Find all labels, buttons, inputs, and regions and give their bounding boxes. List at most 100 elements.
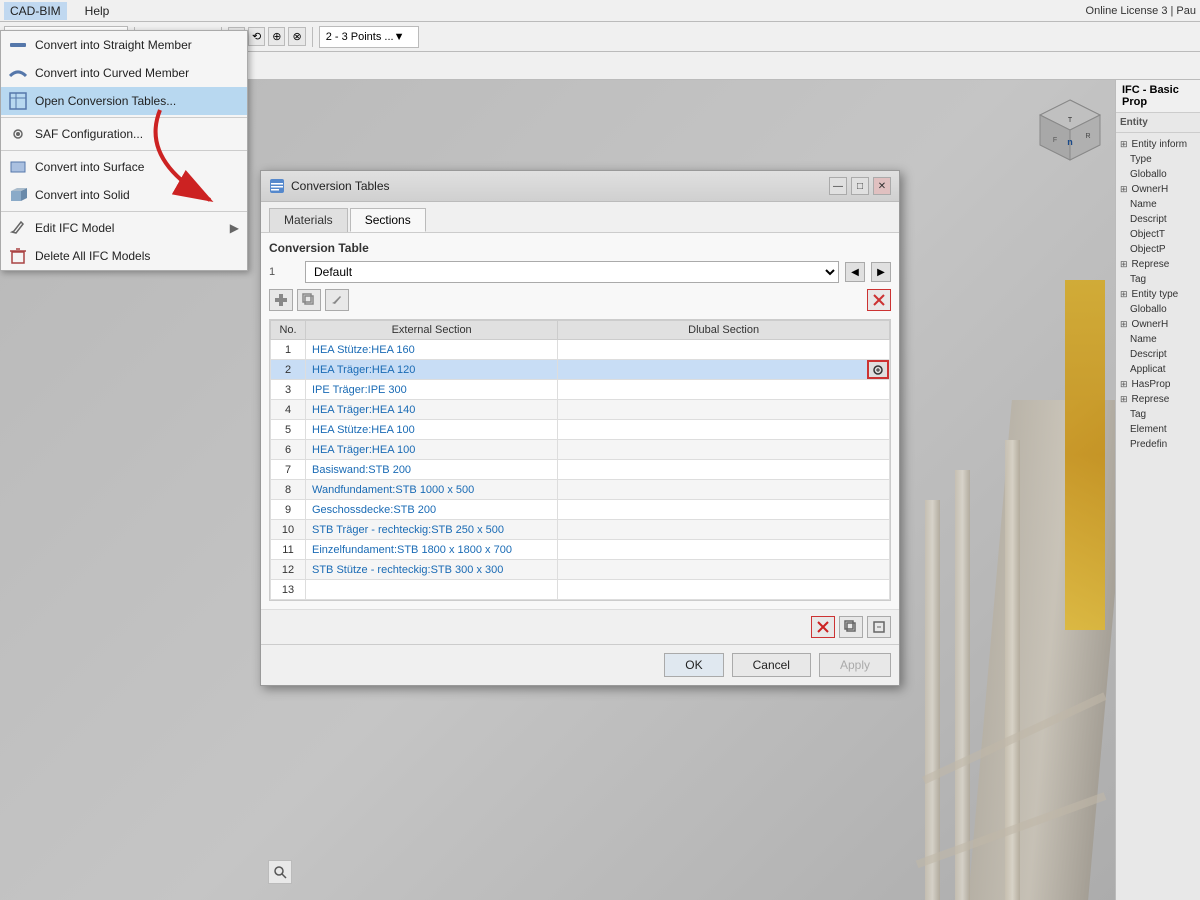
sections-table: No. External Section Dlubal Section 1HEA… xyxy=(270,320,890,600)
row-dlubal-5[interactable] xyxy=(558,440,890,460)
conversion-tables-dialog: Conversion Tables — □ ✕ Materials Sectio… xyxy=(260,170,900,686)
table-row: 8Wandfundament:STB 1000 x 500 xyxy=(271,480,890,500)
table-row: 11Einzelfundament:STB 1800 x 1800 x 700 xyxy=(271,540,890,560)
row-dlubal-10[interactable] xyxy=(558,540,890,560)
row-dlubal-9[interactable] xyxy=(558,520,890,540)
row-external-3[interactable]: HEA Träger:HEA 140 xyxy=(306,400,558,420)
tree-predefin: Predefin xyxy=(1120,437,1196,452)
dialog-close-btn[interactable]: ✕ xyxy=(873,177,891,195)
row-dlubal-0[interactable] xyxy=(558,340,890,360)
row-no-0: 1 xyxy=(271,340,306,360)
tb-icon-c[interactable]: ⊕ xyxy=(268,27,285,46)
conv-prev-btn[interactable]: ◀ xyxy=(845,262,865,282)
conv-delete-btn[interactable] xyxy=(867,289,891,311)
conv-table-number: 1 xyxy=(269,266,299,278)
tree-globallo: Globallo xyxy=(1120,167,1196,182)
context-menu: Convert into Straight Member Convert int… xyxy=(0,30,248,271)
row-external-8[interactable]: Geschossdecke:STB 200 xyxy=(306,500,558,520)
menu-item-edit-ifc[interactable]: Edit IFC Model ▶ xyxy=(1,214,247,242)
edit-icon xyxy=(9,219,27,237)
menu-item-delete-label: Delete All IFC Models xyxy=(35,249,150,263)
bottom-icon-red-x[interactable] xyxy=(811,616,835,638)
beam-straight-icon xyxy=(9,36,27,54)
tab-sections[interactable]: Sections xyxy=(350,208,426,232)
svg-text:T: T xyxy=(1068,117,1073,124)
tree-descript2: Descript xyxy=(1120,347,1196,362)
menu-item-surface[interactable]: Convert into Surface xyxy=(1,153,247,181)
menu-item-curved-label: Convert into Curved Member xyxy=(35,66,189,80)
row-dlubal-1[interactable]: Import Section from Library... xyxy=(558,360,890,380)
menu-cadbim[interactable]: CAD-BIM xyxy=(4,2,67,20)
row-external-1[interactable]: HEA Träger:HEA 120 xyxy=(306,360,558,380)
row-external-11[interactable]: STB Stütze - rechteckig:STB 300 x 300 xyxy=(306,560,558,580)
menu-item-solid[interactable]: Convert into Solid xyxy=(1,181,247,209)
menu-item-delete-ifc[interactable]: Delete All IFC Models xyxy=(1,242,247,270)
points-selector[interactable]: 2 - 3 Points ... ▼ xyxy=(319,26,419,48)
conv-copy-btn[interactable] xyxy=(297,289,321,311)
table-row: 1HEA Stütze:HEA 160 xyxy=(271,340,890,360)
row-dlubal-11[interactable] xyxy=(558,560,890,580)
menu-separator-3 xyxy=(1,211,247,212)
apply-button[interactable]: Apply xyxy=(819,653,891,677)
row-dlubal-7[interactable] xyxy=(558,480,890,500)
tree-element: Element xyxy=(1120,422,1196,437)
conv-edit-btn[interactable] xyxy=(325,289,349,311)
menu-bar: CAD-BIM Help Online License 3 | Pau xyxy=(0,0,1200,22)
menu-help[interactable]: Help xyxy=(79,2,116,20)
row-dlubal-2[interactable] xyxy=(558,380,890,400)
row-external-6[interactable]: Basiswand:STB 200 xyxy=(306,460,558,480)
menu-separator-2 xyxy=(1,150,247,151)
conv-next-btn[interactable]: ▶ xyxy=(871,262,891,282)
row-dlubal-6[interactable] xyxy=(558,460,890,480)
conversion-table-label: Conversion Table xyxy=(269,241,891,255)
row-external-7[interactable]: Wandfundament:STB 1000 x 500 xyxy=(306,480,558,500)
conv-toolbar xyxy=(269,289,891,311)
svg-text:R: R xyxy=(1085,133,1090,140)
dialog-actions: OK Cancel Apply xyxy=(261,644,899,685)
row-external-9[interactable]: STB Träger - rechteckig:STB 250 x 500 xyxy=(306,520,558,540)
bottom-icon-copy1[interactable] xyxy=(839,616,863,638)
tree-objectp: ObjectP xyxy=(1120,242,1196,257)
tree-ownerh-group: ⊞ OwnerH xyxy=(1120,182,1196,197)
row-dlubal-3[interactable] xyxy=(558,400,890,420)
tree-represe: ⊞ Represe xyxy=(1120,257,1196,272)
table-row: 5HEA Stütze:HEA 100 xyxy=(271,420,890,440)
menu-item-solid-label: Convert into Solid xyxy=(35,188,130,202)
cancel-button[interactable]: Cancel xyxy=(732,653,811,677)
menu-item-curved-member[interactable]: Convert into Curved Member xyxy=(1,59,247,87)
row-dlubal-12[interactable] xyxy=(558,580,890,600)
bottom-icon-copy2[interactable] xyxy=(867,616,891,638)
conv-table-dropdown[interactable]: Default xyxy=(305,261,839,283)
menu-item-surface-label: Convert into Surface xyxy=(35,160,144,174)
tb-icon-b[interactable]: ⟲ xyxy=(248,27,265,46)
dialog-minimize-btn[interactable]: — xyxy=(829,177,847,195)
import-section-btn[interactable] xyxy=(867,360,889,379)
row-external-2[interactable]: IPE Träger:IPE 300 xyxy=(306,380,558,400)
tree-globallo2: Globallo xyxy=(1120,302,1196,317)
search-btn[interactable] xyxy=(268,860,292,884)
table-icon xyxy=(9,92,27,110)
3d-cube-widget[interactable]: T R F n xyxy=(1030,90,1110,170)
delete-icon xyxy=(9,247,27,265)
beam-curved-icon xyxy=(9,64,27,82)
menu-item-open-tables[interactable]: Open Conversion Tables... xyxy=(1,87,247,115)
row-external-12[interactable] xyxy=(306,580,558,600)
tab-materials[interactable]: Materials xyxy=(269,208,348,232)
menu-item-straight-member[interactable]: Convert into Straight Member xyxy=(1,31,247,59)
row-external-0[interactable]: HEA Stütze:HEA 160 xyxy=(306,340,558,360)
dlubal-input-1[interactable] xyxy=(564,364,883,376)
tb-icon-d[interactable]: ⊗ xyxy=(288,27,305,46)
row-dlubal-4[interactable] xyxy=(558,420,890,440)
row-external-10[interactable]: Einzelfundament:STB 1800 x 1800 x 700 xyxy=(306,540,558,560)
table-row: 4HEA Träger:HEA 140 xyxy=(271,400,890,420)
tree-tag: Tag xyxy=(1120,272,1196,287)
row-external-5[interactable]: HEA Träger:HEA 100 xyxy=(306,440,558,460)
row-external-4[interactable]: HEA Stütze:HEA 100 xyxy=(306,420,558,440)
row-dlubal-8[interactable] xyxy=(558,500,890,520)
dialog-maximize-btn[interactable]: □ xyxy=(851,177,869,195)
tree-name: Name xyxy=(1120,197,1196,212)
conv-add-btn[interactable] xyxy=(269,289,293,311)
row-no-9: 10 xyxy=(271,520,306,540)
ok-button[interactable]: OK xyxy=(664,653,723,677)
menu-item-saf-config[interactable]: SAF Configuration... xyxy=(1,120,247,148)
